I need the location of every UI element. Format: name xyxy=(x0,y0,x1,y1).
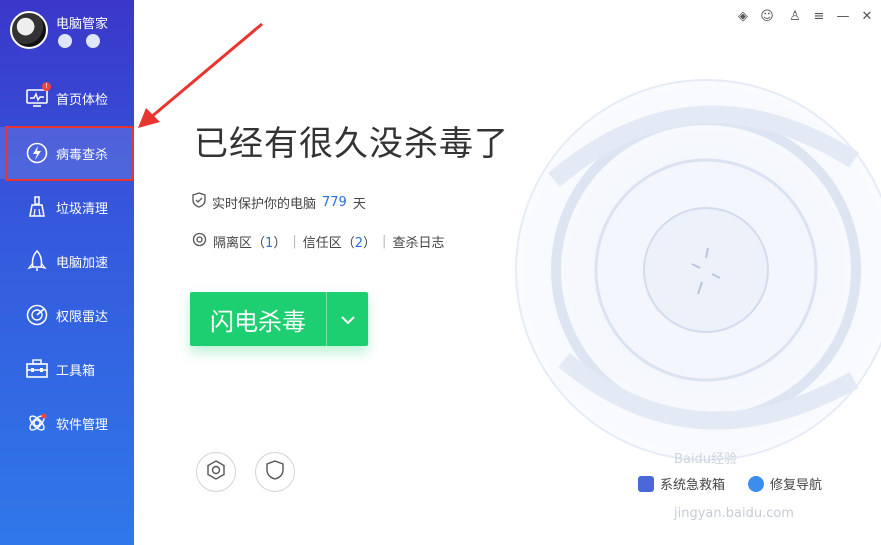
quarantine-count: 1 xyxy=(265,236,274,251)
app-name: 电脑管家 xyxy=(56,17,109,32)
trust-count: 2 xyxy=(354,236,364,251)
protection-days: 779 xyxy=(322,194,347,210)
first-aid-label: 系统急救箱 xyxy=(660,478,726,493)
quarantine-link[interactable]: 隔离区（1） xyxy=(213,232,286,251)
sidebar-item-label: 工具箱 xyxy=(56,363,96,379)
sidebar: 电脑管家 首页体检 ! 病毒查杀 垃圾清理 电脑加速 权限雷达 工具箱 软件管理 xyxy=(0,0,134,545)
broom-icon xyxy=(26,196,48,218)
sidebar-item-home[interactable]: 首页体检 xyxy=(0,72,134,124)
radar-icon xyxy=(26,304,48,326)
avatar[interactable] xyxy=(10,11,48,49)
shield-background-graphic xyxy=(515,79,881,461)
quick-scan-button[interactable]: 闪电杀毒 xyxy=(190,292,326,346)
divider: | xyxy=(292,234,297,249)
sidebar-item-virus-scan[interactable]: 病毒查杀 xyxy=(0,127,134,179)
quick-scan-button-group: 闪电杀毒 xyxy=(190,292,368,346)
chevron-down-icon xyxy=(340,310,356,329)
settings-button[interactable] xyxy=(196,452,236,492)
toolbox-icon xyxy=(26,358,48,380)
menu-icon[interactable]: ≡ xyxy=(812,10,826,24)
info-icon[interactable] xyxy=(86,34,100,48)
skin-icon[interactable]: ◈ xyxy=(736,10,750,24)
scan-log-link[interactable]: 查杀日志 xyxy=(392,232,444,251)
sidebar-item-cleanup[interactable]: 垃圾清理 xyxy=(0,181,134,233)
shield-check-icon xyxy=(192,192,206,212)
shirt-icon[interactable]: ♙ xyxy=(788,10,802,24)
sidebar-item-label: 软件管理 xyxy=(56,417,109,433)
protection-unit: 天 xyxy=(352,196,366,212)
protection-text: 实时保护你的电脑 xyxy=(212,196,317,212)
scan-options-dropdown[interactable] xyxy=(327,292,368,346)
target-icon xyxy=(192,232,207,251)
trust-link[interactable]: 信任区（2） xyxy=(303,232,376,251)
sidebar-item-label: 病毒查杀 xyxy=(56,147,109,163)
hexagon-gear-icon xyxy=(206,460,226,484)
vip-icon[interactable] xyxy=(58,34,72,48)
shield-icon xyxy=(266,460,284,484)
sidebar-item-label: 垃圾清理 xyxy=(56,201,109,217)
main-panel: ◈ ☺ ♙ ≡ — ✕ 已经有很久没杀毒了 实时保护你的电脑 779 天 隔离区… xyxy=(134,0,881,545)
protection-button[interactable] xyxy=(255,452,295,492)
repair-icon xyxy=(748,475,764,492)
sidebar-item-label: 电脑加速 xyxy=(56,255,109,271)
sidebar-item-label: 首页体检 xyxy=(56,92,109,108)
software-icon xyxy=(26,412,48,434)
first-aid-kit-icon xyxy=(638,475,654,492)
scan-links-row: 隔离区（1） | 信任区（2） | 查杀日志 xyxy=(192,232,444,251)
page-title: 已经有很久没杀毒了 xyxy=(194,124,509,164)
baidu-watermark-url: jingyan.baidu.com xyxy=(674,506,794,521)
baidu-watermark: Baidu经验 xyxy=(674,452,737,467)
close-icon[interactable]: ✕ xyxy=(860,10,874,24)
trust-label: 信任区 xyxy=(302,236,342,251)
protection-status: 实时保护你的电脑 779 天 xyxy=(192,192,366,212)
sidebar-item-software[interactable]: 软件管理 xyxy=(0,397,134,449)
first-aid-link[interactable]: 系统急救箱 xyxy=(638,474,725,493)
app-window: 电脑管家 首页体检 ! 病毒查杀 垃圾清理 电脑加速 权限雷达 工具箱 软件管理… xyxy=(0,0,881,545)
user-icon[interactable]: ☺ xyxy=(760,10,774,24)
sidebar-item-label: 权限雷达 xyxy=(56,309,109,325)
alert-badge: ! xyxy=(42,82,51,91)
minimize-icon[interactable]: — xyxy=(836,10,850,24)
quarantine-label: 隔离区 xyxy=(213,236,253,251)
rocket-icon xyxy=(26,250,48,272)
divider: | xyxy=(382,234,387,249)
sidebar-item-permission-radar[interactable]: 权限雷达 xyxy=(0,289,134,341)
repair-nav-link[interactable]: 修复导航 xyxy=(748,474,822,493)
lightning-icon xyxy=(26,142,48,164)
repair-label: 修复导航 xyxy=(770,478,823,493)
sidebar-item-toolbox[interactable]: 工具箱 xyxy=(0,343,134,395)
sidebar-item-speedup[interactable]: 电脑加速 xyxy=(0,235,134,287)
